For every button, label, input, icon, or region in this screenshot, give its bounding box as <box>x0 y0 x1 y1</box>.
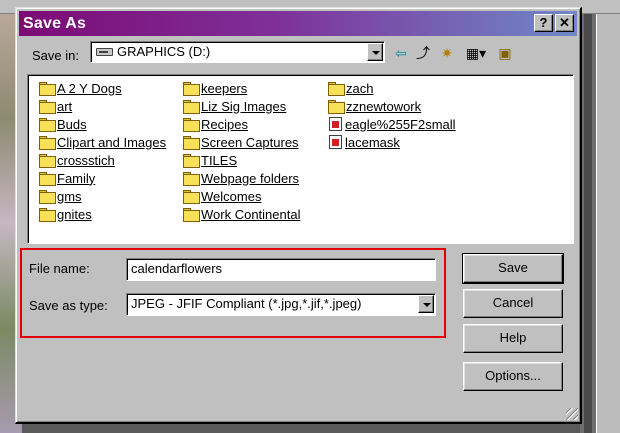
file-name-text: art <box>57 98 73 114</box>
folder-item[interactable]: Webpage folders <box>183 169 300 187</box>
view-menu-icon[interactable]: ▦▾ <box>462 44 490 62</box>
file-name-text: zznewtowork <box>346 98 422 114</box>
folder-icon <box>39 172 56 186</box>
background-divider <box>584 14 592 433</box>
dialog-title: Save As <box>23 14 87 32</box>
folder-icon <box>183 136 200 150</box>
image-file-icon <box>329 117 342 131</box>
up-folder-icon[interactable]: ⤴ <box>414 44 432 62</box>
folder-icon <box>183 190 200 204</box>
image-file-icon <box>329 135 342 149</box>
file-name-text: Screen Captures <box>201 134 299 150</box>
folder-item[interactable]: Recipes <box>183 115 300 133</box>
folder-item[interactable]: gms <box>39 187 166 205</box>
folder-icon <box>183 100 200 114</box>
file-list-column-2: keepers Liz Sig Images Recipes Screen Captu… <box>183 79 300 223</box>
help-title-button[interactable]: ? <box>534 14 553 32</box>
folder-item[interactable]: Buds <box>39 115 166 133</box>
folder-item[interactable]: A 2 Y Dogs <box>39 79 166 97</box>
folder-icon <box>183 154 200 168</box>
file-name-text: Clipart and Images <box>57 134 167 150</box>
save-as-type-label: Save as type: <box>29 298 108 313</box>
file-list-column-1: A 2 Y Dogs art Buds Clipart and Images cross… <box>39 79 166 223</box>
file-name-input[interactable]: calendarflowers <box>126 258 436 281</box>
file-name-text: Buds <box>57 116 87 132</box>
folder-item[interactable]: TILES <box>183 151 300 169</box>
file-name-text: Family <box>57 170 96 186</box>
folder-icon <box>39 154 56 168</box>
file-name-text: gms <box>57 188 82 204</box>
file-name-text: TILES <box>201 152 238 168</box>
save-in-label: Save in: <box>32 48 79 63</box>
folder-icon <box>183 172 200 186</box>
favorites-folder-icon[interactable]: ▣ <box>497 44 513 62</box>
folder-item[interactable]: keepers <box>183 79 300 97</box>
file-name-label: File name: <box>29 261 90 276</box>
file-name-text: Welcomes <box>201 188 262 204</box>
cancel-button[interactable]: Cancel <box>463 289 563 318</box>
folder-icon <box>39 136 56 150</box>
save-button[interactable]: Save <box>462 253 564 284</box>
file-name-text: gnites <box>57 206 92 222</box>
chevron-down-icon[interactable] <box>418 295 434 313</box>
folder-item[interactable]: Clipart and Images <box>39 133 166 151</box>
file-name-text: keepers <box>201 80 248 96</box>
file-name-text: A 2 Y Dogs <box>57 80 122 96</box>
file-list[interactable]: A 2 Y Dogs art Buds Clipart and Images cross… <box>27 74 574 244</box>
folder-icon <box>183 82 200 96</box>
file-name-text: Liz Sig Images <box>201 98 287 114</box>
file-name-text: crossstich <box>57 152 115 168</box>
folder-icon <box>39 190 56 204</box>
folder-item[interactable]: gnites <box>39 205 166 223</box>
folder-item[interactable]: zznewtowork <box>328 97 456 115</box>
back-arrow-icon[interactable]: ⇦ <box>393 44 409 62</box>
background-side-pane <box>596 14 620 433</box>
file-item[interactable]: eagle%255F2small <box>328 115 456 133</box>
file-name-text: Webpage folders <box>201 170 300 186</box>
save-in-dropdown[interactable]: GRAPHICS (D:) <box>90 41 385 63</box>
folder-icon <box>39 208 56 222</box>
help-button[interactable]: Help <box>463 324 563 353</box>
options-button[interactable]: Options... <box>463 362 563 391</box>
folder-item[interactable]: art <box>39 97 166 115</box>
new-folder-icon[interactable]: ✷ <box>438 44 456 62</box>
file-list-column-3: zach zznewtowork eagle%255F2small lacemask <box>328 79 456 151</box>
folder-item[interactable]: Screen Captures <box>183 133 300 151</box>
file-name-text: eagle%255F2small <box>345 116 456 132</box>
file-name-text: Recipes <box>201 116 248 132</box>
save-as-type-value: JPEG - JFIF Compliant (*.jpg,*.jif,*.jpe… <box>131 296 362 311</box>
folder-item[interactable]: Work Continental <box>183 205 300 223</box>
save-as-type-dropdown[interactable]: JPEG - JFIF Compliant (*.jpg,*.jif,*.jpe… <box>126 293 436 316</box>
close-button[interactable]: ✕ <box>555 14 574 32</box>
resize-grip[interactable] <box>566 408 578 420</box>
folder-icon <box>328 100 345 114</box>
save-in-value: GRAPHICS (D:) <box>117 44 211 59</box>
save-as-dialog: Save As ? ✕ Save in: GRAPHICS (D:) ⇦ ⤴ ✷… <box>15 7 582 424</box>
folder-item[interactable]: Liz Sig Images <box>183 97 300 115</box>
folder-item[interactable]: Welcomes <box>183 187 300 205</box>
folder-icon <box>39 118 56 132</box>
dialog-titlebar[interactable]: Save As ? ✕ <box>19 11 577 36</box>
drive-icon <box>96 48 113 56</box>
folder-icon <box>39 100 56 114</box>
folder-icon <box>183 208 200 222</box>
file-name-text: zach <box>346 80 374 96</box>
folder-item[interactable]: zach <box>328 79 456 97</box>
file-item[interactable]: lacemask <box>328 133 456 151</box>
file-name-text: Work Continental <box>201 206 301 222</box>
folder-icon <box>183 118 200 132</box>
folder-item[interactable]: crossstich <box>39 151 166 169</box>
screen: Save As ? ✕ Save in: GRAPHICS (D:) ⇦ ⤴ ✷… <box>0 0 620 433</box>
folder-item[interactable]: Family <box>39 169 166 187</box>
folder-icon <box>328 82 345 96</box>
folder-icon <box>39 82 56 96</box>
chevron-down-icon[interactable] <box>367 43 383 61</box>
file-name-text: lacemask <box>345 134 400 150</box>
